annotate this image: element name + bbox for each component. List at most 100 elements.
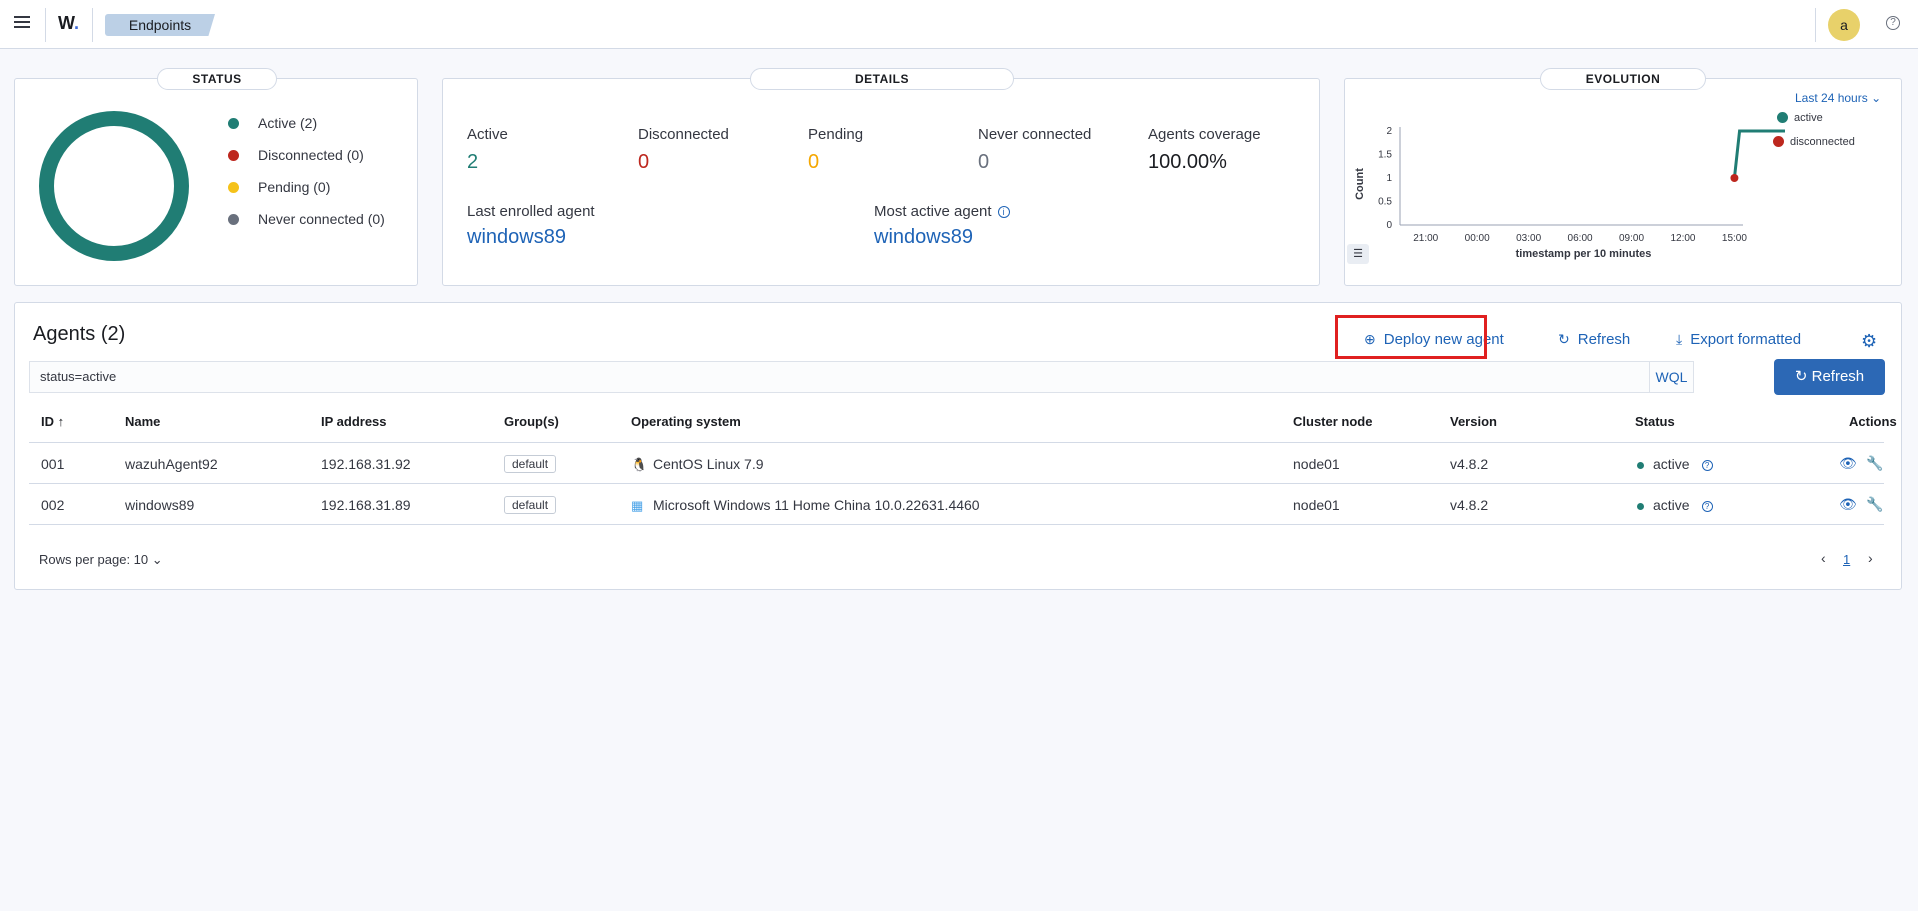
legend-disconnected: Disconnected (0) (228, 147, 364, 163)
evo-legend-disconnected[interactable]: disconnected (1773, 136, 1855, 148)
stat-active-value[interactable]: 2 (467, 151, 478, 174)
export-formatted-button[interactable]: ⤓ Export formatted (1676, 331, 1801, 348)
time-range-selector[interactable]: Last 24 hours ⌄ (1795, 91, 1881, 105)
page-number[interactable]: 1 (1843, 552, 1850, 567)
last-enrolled-agent-link[interactable]: windows89 (467, 226, 566, 249)
col-os[interactable]: Operating system (631, 414, 741, 429)
rows-per-page-selector[interactable]: Rows per page: 10 ⌄ (39, 552, 163, 568)
search-input[interactable]: status=active WQL (29, 361, 1694, 393)
next-page-icon[interactable]: › (1868, 550, 1873, 566)
divider (29, 483, 1884, 484)
col-id[interactable]: ID ↑ (41, 414, 64, 429)
stat-disconnected-label: Disconnected (638, 126, 729, 143)
col-status[interactable]: Status (1635, 414, 1675, 429)
evo-legend-active[interactable]: active (1777, 112, 1823, 124)
y-tick-label: 1 (1386, 173, 1392, 184)
most-active-agent-link[interactable]: windows89 (874, 226, 973, 249)
x-tick-label: 09:00 (1619, 233, 1644, 244)
evolution-panel-title: EVOLUTION (1540, 68, 1706, 90)
x-tick-label: 12:00 (1670, 233, 1695, 244)
view-eye-icon[interactable]: 👁 (1839, 455, 1857, 472)
status-panel: STATUS Active (2) Disconnected (0) Pendi… (14, 68, 418, 286)
question-icon[interactable]: ? (1701, 500, 1713, 512)
cell-version: v4.8.2 (1450, 497, 1489, 513)
cell-status: active? (1637, 497, 1713, 513)
refresh-link-button[interactable]: ↻ Refresh (1558, 331, 1630, 348)
col-cluster-node[interactable]: Cluster node (1293, 414, 1372, 429)
details-panel-title: DETAILS (750, 68, 1014, 90)
divider (92, 8, 93, 42)
wql-toggle[interactable]: WQL (1649, 362, 1693, 392)
windows-icon: ▦ (631, 498, 644, 513)
refresh-button[interactable]: ↻ Refresh (1774, 359, 1885, 395)
never-connected-dot (228, 214, 239, 225)
y-tick-label: 0.5 (1378, 197, 1392, 208)
pending-dot (228, 182, 239, 193)
disconnected-point (1730, 174, 1739, 182)
list-view-icon[interactable]: ☰ (1347, 244, 1369, 264)
cell-ip: 192.168.31.89 (321, 497, 411, 513)
stat-coverage-label: Agents coverage (1148, 126, 1261, 143)
cell-name: wazuhAgent92 (125, 456, 218, 472)
refresh-icon: ↻ (1794, 368, 1808, 385)
most-active-label: Most active agent i (874, 203, 1010, 220)
group-badge[interactable]: default (504, 496, 557, 514)
hamburger-menu-icon[interactable] (10, 13, 34, 35)
info-icon[interactable]: i (997, 206, 1010, 219)
wrench-icon[interactable]: 🔧 (1866, 455, 1883, 472)
cell-id: 002 (41, 497, 65, 513)
legend-never-connected: Never connected (0) (228, 211, 385, 227)
col-name[interactable]: Name (125, 414, 160, 429)
refresh-icon: ↻ (1558, 331, 1570, 347)
user-avatar[interactable]: a (1828, 9, 1860, 41)
gear-icon[interactable]: ⚙ (1861, 331, 1877, 352)
status-donut-chart (39, 111, 189, 261)
cell-node: node01 (1293, 497, 1340, 513)
cell-os: ▦ Microsoft Windows 11 Home China 10.0.22… (631, 497, 980, 513)
last-enrolled-label: Last enrolled agent (467, 203, 595, 220)
col-version[interactable]: Version (1450, 414, 1497, 429)
group-badge[interactable]: default (504, 455, 557, 473)
view-eye-icon[interactable]: 👁 (1839, 496, 1857, 513)
x-tick-label: 03:00 (1516, 233, 1541, 244)
details-panel: DETAILS Active 2 Disconnected 0 Pending … (442, 68, 1320, 286)
stat-never-connected-value[interactable]: 0 (978, 151, 989, 174)
wazuh-logo[interactable]: W. (58, 13, 79, 34)
download-icon: ⤓ (1676, 331, 1683, 347)
stat-pending-label: Pending (808, 126, 864, 143)
active-dot (228, 118, 239, 129)
cell-node: node01 (1293, 456, 1340, 472)
cell-os: 🐧 CentOS Linux 7.9 (631, 456, 764, 472)
evolution-panel: EVOLUTION Last 24 hours ⌄ active disconn… (1344, 68, 1902, 286)
divider (29, 442, 1884, 443)
wrench-icon[interactable]: 🔧 (1866, 496, 1883, 513)
divider (29, 524, 1884, 525)
stat-disconnected-value[interactable]: 0 (638, 151, 649, 174)
evolution-line-chart: 0 0.5 1 1.5 2 21:00 00:00 03:00 06:00 09:00 12:00 1… (1354, 126, 1785, 260)
stat-never-connected-label: Never connected (978, 126, 1092, 143)
divider (1815, 8, 1816, 42)
y-tick-label: 1.5 (1378, 150, 1392, 161)
stat-pending-value[interactable]: 0 (808, 151, 819, 174)
prev-page-icon[interactable]: ‹ (1821, 550, 1826, 566)
status-dot (1637, 502, 1644, 510)
y-tick-label: 0 (1386, 220, 1392, 231)
cell-ip: 192.168.31.92 (321, 456, 411, 472)
chevron-down-icon: ⌄ (1871, 91, 1882, 105)
help-icon[interactable]: ? (1886, 16, 1900, 30)
status-panel-title: STATUS (157, 68, 277, 90)
col-groups[interactable]: Group(s) (504, 414, 559, 429)
question-icon[interactable]: ? (1701, 459, 1713, 471)
y-tick-label: 2 (1386, 126, 1392, 137)
divider (45, 8, 46, 42)
cell-id: 001 (41, 456, 65, 472)
stat-active-label: Active (467, 126, 508, 143)
linux-penguin-icon: 🐧 (631, 457, 648, 472)
x-axis-label: timestamp per 10 minutes (1516, 248, 1652, 260)
sort-ascending-icon: ↑ (57, 414, 65, 429)
breadcrumb[interactable]: Endpoints (105, 14, 215, 36)
col-actions: Actions (1849, 414, 1897, 429)
highlight-box (1335, 315, 1487, 359)
stat-coverage-value: 100.00% (1148, 151, 1227, 173)
col-ip[interactable]: IP address (321, 414, 387, 429)
